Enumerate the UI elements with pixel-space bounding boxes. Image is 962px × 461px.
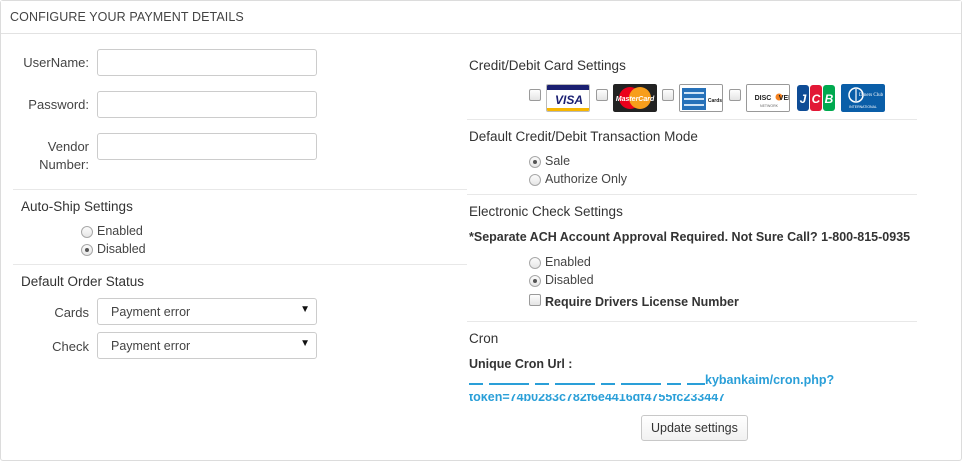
mode-authorize-label: Authorize Only	[545, 172, 627, 186]
mode-authorize-radio[interactable]	[529, 174, 541, 186]
autoship-enabled-radio[interactable]	[81, 226, 93, 238]
mastercard-checkbox[interactable]	[596, 89, 608, 101]
order-status-title: Default Order Status	[21, 274, 145, 289]
require-license-checkbox[interactable]	[529, 294, 541, 306]
svg-text:INTERNATIONAL: INTERNATIONAL	[849, 105, 877, 109]
mode-sale-label: Sale	[545, 154, 571, 168]
mode-sale-radio[interactable]	[529, 156, 541, 168]
echeck-enabled-radio[interactable]	[529, 257, 541, 269]
check-status-value: Payment error	[111, 339, 191, 353]
mastercard-logo-icon: MasterCard	[613, 84, 657, 112]
username-label: UserName:	[23, 55, 89, 70]
chevron-down-icon: ▼	[300, 338, 310, 349]
divider	[13, 264, 467, 265]
echeck-disabled-label: Disabled	[545, 273, 594, 287]
ach-notice: *Separate ACH Account Approval Required.…	[469, 230, 911, 244]
check-status-label: Check	[52, 339, 89, 354]
echeck-title: Electronic Check Settings	[469, 204, 623, 219]
cron-title: Cron	[469, 331, 499, 346]
svg-text:Diners Club: Diners Club	[859, 93, 884, 98]
cron-url-token-wrap: token=74b0283c782f6e4416df4755fc233447	[469, 390, 725, 406]
svg-text:DISC: DISC	[755, 95, 772, 102]
svg-text:VER: VER	[779, 95, 790, 102]
chevron-down-icon: ▼	[300, 304, 310, 315]
visa-logo-icon: VISA	[546, 84, 590, 112]
divider	[13, 189, 467, 190]
require-license-label: Require Drivers License Number	[545, 295, 739, 309]
vendor-label-line1: Vendor	[47, 139, 89, 154]
vendor-label-line2: Number:	[39, 157, 89, 172]
cron-url-link[interactable]: kybankaim/cron.php?	[705, 373, 834, 387]
check-status-select[interactable]: Payment error ▼	[97, 332, 317, 359]
autoship-disabled-label: Disabled	[97, 242, 146, 256]
echeck-disabled-radio[interactable]	[529, 275, 541, 287]
cron-url-obscured	[469, 375, 705, 385]
visa-checkbox[interactable]	[529, 89, 541, 101]
svg-text:J: J	[800, 92, 807, 106]
jcb-logo-icon: J C B	[796, 84, 840, 112]
svg-text:NETWORK: NETWORK	[760, 104, 779, 108]
payment-settings-panel: CONFIGURE YOUR PAYMENT DETAILS UserName:…	[0, 0, 962, 461]
discover-logo-icon: DISC VER NETWORK	[746, 84, 790, 112]
diners-club-logo-icon: Diners Club INTERNATIONAL	[841, 84, 885, 112]
cards-status-label: Cards	[54, 305, 89, 320]
divider	[467, 194, 917, 195]
panel-header: CONFIGURE YOUR PAYMENT DETAILS	[1, 1, 961, 34]
username-input[interactable]	[97, 49, 317, 76]
update-settings-button[interactable]: Update settings	[641, 415, 748, 441]
svg-text:C: C	[812, 92, 821, 106]
divider	[467, 321, 917, 322]
amex-checkbox[interactable]	[662, 89, 674, 101]
cron-url-label: Unique Cron Url :	[469, 357, 573, 371]
svg-text:MasterCard: MasterCard	[616, 96, 655, 103]
cards-status-select[interactable]: Payment error ▼	[97, 298, 317, 325]
cards-status-value: Payment error	[111, 305, 191, 319]
echeck-enabled-label: Enabled	[545, 255, 591, 269]
transaction-mode-title: Default Credit/Debit Transaction Mode	[469, 129, 698, 144]
password-label: Password:	[28, 97, 89, 112]
svg-text:Cards: Cards	[708, 98, 722, 104]
autoship-title: Auto-Ship Settings	[21, 199, 133, 214]
svg-text:B: B	[825, 92, 834, 106]
panel-title: CONFIGURE YOUR PAYMENT DETAILS	[10, 10, 244, 24]
divider	[467, 119, 917, 120]
amex-logo-icon: Cards	[679, 84, 723, 112]
discover-checkbox[interactable]	[729, 89, 741, 101]
card-settings-title: Credit/Debit Card Settings	[469, 58, 626, 73]
autoship-disabled-radio[interactable]	[81, 244, 93, 256]
svg-text:VISA: VISA	[555, 93, 583, 107]
vendor-number-input[interactable]	[97, 133, 317, 160]
autoship-enabled-label: Enabled	[97, 224, 143, 238]
password-input[interactable]	[97, 91, 317, 118]
